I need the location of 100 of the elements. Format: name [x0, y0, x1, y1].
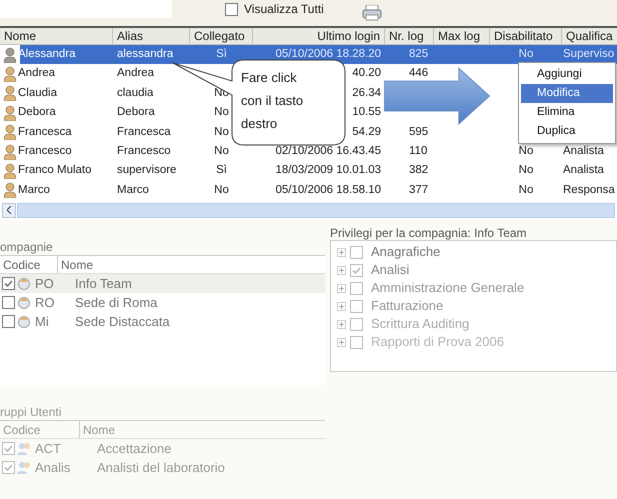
table-cell: 446	[409, 67, 428, 80]
column-header[interactable]: Qualifica	[562, 28, 617, 45]
checkbox[interactable]	[350, 264, 363, 276]
checkbox[interactable]	[350, 318, 363, 330]
column-header[interactable]: Max log	[434, 28, 490, 45]
table-cell: Analista	[563, 145, 604, 158]
table-cell: No	[214, 106, 229, 118]
table-cell-text: Analisti del laboratorio	[96, 458, 225, 477]
table-cell: 05/10/2006 18.28.20	[275, 48, 381, 60]
user-icon	[4, 85, 16, 102]
table-cell: 382	[409, 164, 428, 176]
table-cell: Andrea	[117, 67, 154, 80]
group-icon	[17, 461, 31, 474]
table-cell-text: Francesca	[18, 124, 72, 140]
table-cell-text: PO	[34, 274, 55, 293]
table-cell-text: Franco Mulato	[18, 163, 92, 178]
expand-icon[interactable]	[337, 266, 346, 274]
checkbox[interactable]	[350, 300, 363, 312]
table-cell: Superviso	[563, 48, 614, 60]
table-cell: No	[214, 184, 229, 196]
checkbox[interactable]	[2, 442, 15, 455]
printer-icon[interactable]	[362, 5, 382, 21]
column-header[interactable]: Ultimo login	[253, 28, 385, 45]
table-cell-text: Andrea	[18, 66, 56, 82]
table-cell: 10.55	[352, 106, 381, 118]
table-cell: alessandra	[117, 48, 174, 60]
table-cell-text: Analis	[34, 458, 72, 477]
table-cell: 110	[409, 145, 428, 158]
section-title: ompagnie	[0, 240, 54, 255]
table-cell: 05/10/2006 18.58.10	[275, 184, 381, 196]
checkbox-label: Visualizza Tutti	[244, 1, 324, 18]
table-cell: Sì	[216, 164, 227, 176]
table-cell: Sì	[216, 48, 227, 60]
table-cell: 377	[409, 184, 428, 196]
table-cell-text: Sede Distaccata	[74, 312, 170, 331]
user-icon	[4, 46, 16, 63]
checkbox[interactable]	[2, 315, 15, 328]
company-icon	[17, 296, 31, 309]
column-header[interactable]: Codice	[0, 256, 58, 273]
table-cell: Marco	[117, 184, 149, 196]
menu-item[interactable]: Aggiungi	[521, 65, 613, 84]
table-cell-text: Accettazione	[96, 440, 172, 458]
table-cell: supervisore	[117, 164, 176, 176]
table-cell: No	[518, 184, 534, 196]
table-cell-text: Sede di Roma	[74, 294, 158, 312]
tree-item[interactable]: Analisi	[367, 260, 410, 280]
scroll-left-button[interactable]	[2, 202, 16, 218]
menu-item[interactable]: Elimina	[521, 103, 613, 122]
table-cell: Francesco	[117, 145, 171, 158]
table-cell: Francesca	[117, 126, 171, 138]
table-cell: Analista	[563, 164, 604, 176]
checkbox[interactable]	[350, 246, 363, 258]
table-cell: No	[518, 48, 534, 60]
column-header[interactable]: Nome	[58, 256, 325, 273]
table-cell: Debora	[117, 106, 155, 118]
checkbox[interactable]	[2, 296, 15, 309]
table-cell-text: Francesco	[18, 144, 72, 160]
table-cell-text: Info Team	[74, 274, 132, 293]
table-cell: 40.20	[352, 67, 381, 80]
expand-icon[interactable]	[337, 338, 346, 346]
checkbox[interactable]	[225, 2, 238, 16]
user-icon	[4, 66, 16, 82]
expand-icon[interactable]	[337, 302, 346, 310]
checkbox[interactable]	[2, 461, 15, 474]
column-header[interactable]: Nr. log	[385, 28, 434, 45]
table-cell: Responsa	[563, 184, 615, 196]
group-icon	[17, 442, 31, 455]
tree-item[interactable]: Anagrafiche	[367, 242, 440, 262]
callout-text: Fare click con il tasto destro	[241, 69, 304, 133]
column-header[interactable]: Collegato	[190, 28, 253, 45]
column-header[interactable]: Disabilitato	[490, 28, 562, 45]
company-icon	[17, 277, 31, 290]
column-header[interactable]: Nome	[0, 28, 113, 45]
table-cell: No	[518, 164, 534, 176]
user-icon	[4, 182, 16, 198]
checkbox[interactable]	[350, 336, 363, 348]
chevron-left-icon	[6, 206, 12, 214]
table-cell: claudia	[117, 86, 154, 99]
menu-item[interactable]: Duplica	[521, 122, 613, 141]
scrollbar-thumb[interactable]	[17, 202, 615, 218]
section-title: Privilegi per la compagnia: Info Team	[330, 226, 528, 240]
user-icon	[4, 163, 16, 180]
table-cell: 54.29	[352, 126, 381, 138]
checkbox[interactable]	[350, 282, 363, 294]
selected-row[interactable]: PO Info Team	[0, 274, 325, 293]
table-cell: 18/03/2009 10.01.03	[275, 164, 381, 176]
table-cell-text: Marco	[18, 182, 50, 198]
table-cell: No	[214, 126, 229, 138]
checkbox[interactable]	[2, 277, 15, 290]
table-cell: 595	[409, 126, 428, 138]
column-header[interactable]: Alias	[113, 28, 190, 45]
user-icon	[4, 124, 16, 140]
expand-icon[interactable]	[337, 248, 346, 256]
expand-icon[interactable]	[337, 320, 346, 328]
user-icon	[4, 144, 16, 160]
table-cell: 825	[409, 48, 428, 60]
table-cell: 02/10/2006 16.43.45	[275, 145, 381, 158]
expand-icon[interactable]	[337, 284, 346, 292]
table-cell-text: Debora	[18, 105, 56, 120]
menu-item[interactable]: Modifica	[521, 84, 613, 103]
